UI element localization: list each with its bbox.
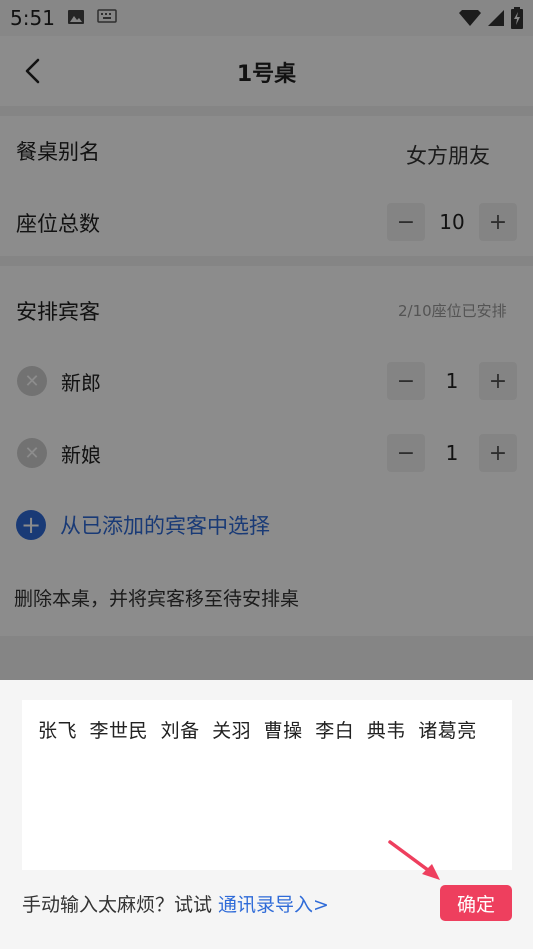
annotation-arrow-icon [388, 840, 440, 880]
modal-overlay[interactable] [0, 0, 533, 680]
guest-input-sheet: 张飞 李世民 刘备 关羽 曹操 李白 典韦 诸葛亮 手动输入太麻烦？试试 通讯录… [0, 680, 533, 949]
manual-input-hint: 手动输入太麻烦？试试 [22, 894, 213, 916]
confirm-button[interactable]: 确定 [440, 885, 512, 921]
import-hint-row: 手动输入太麻烦？试试 通讯录导入> [22, 890, 329, 917]
contacts-import-link[interactable]: 通讯录导入> [218, 890, 329, 917]
